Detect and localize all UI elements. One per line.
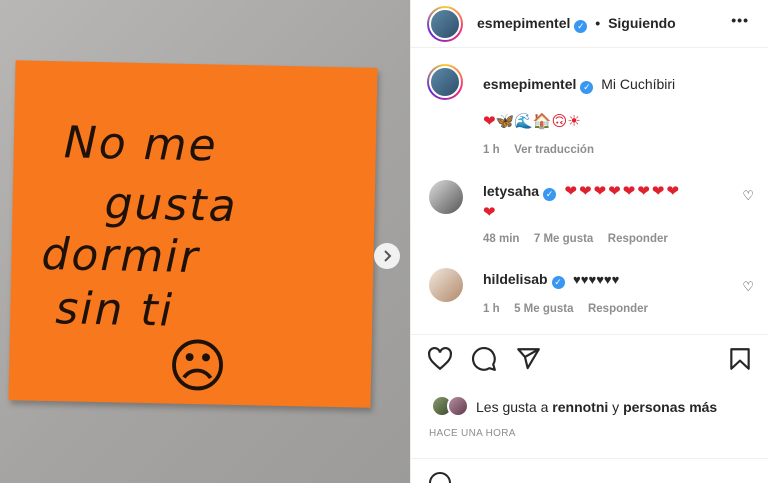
likes-summary: Les gusta a rennotni y personas más	[476, 399, 718, 415]
sad-face: ☹	[166, 331, 229, 401]
comment-likes[interactable]: 5 Me gusta	[514, 303, 573, 315]
reply-button[interactable]: Responder	[588, 303, 648, 315]
caption-text: Mi Cuchíbiri	[601, 76, 676, 92]
comment-hearts-2: ❤	[483, 204, 498, 221]
comment-like-icon[interactable]: ♡	[742, 279, 754, 295]
comment-time[interactable]: 48 min	[483, 233, 519, 245]
verified-icon: ✓	[580, 81, 594, 94]
caption-avatar-ring[interactable]	[427, 64, 463, 100]
note-line-1: No me	[63, 117, 219, 172]
comment-username[interactable]: letysaha	[483, 183, 539, 199]
post-media[interactable]: No me gusta dormir sin ti ☹	[0, 0, 410, 483]
divider	[411, 334, 768, 335]
reply-button[interactable]: Responder	[608, 233, 668, 245]
others-link[interactable]: personas más	[623, 399, 717, 415]
comment-icon[interactable]	[471, 346, 497, 379]
verified-icon: ✓	[543, 188, 557, 201]
bookmark-icon[interactable]	[727, 346, 753, 379]
post-panel: esmepimentel ✓ • Siguiendo ••• esmepiment…	[410, 0, 768, 483]
next-image-button[interactable]	[374, 243, 400, 269]
comment-text: ♥♥♥♥♥♥	[573, 272, 620, 287]
sticky-note: No me gusta dormir sin ti ☹	[8, 60, 378, 408]
avatar	[429, 66, 461, 98]
comment-likes[interactable]: 7 Me gusta	[534, 233, 593, 245]
comment-2: hildelisab ✓ ♥♥♥♥♥♥	[483, 271, 619, 289]
avatar	[429, 8, 461, 40]
liker-avatar[interactable]	[447, 395, 469, 417]
verified-icon: ✓	[551, 276, 565, 289]
emoji-icon[interactable]	[429, 472, 451, 483]
post-timestamp[interactable]: HACE UNA HORA	[429, 428, 516, 439]
comment-hearts: ❤❤❤❤❤❤❤❤	[564, 183, 682, 200]
note-line-4: sin ti	[54, 283, 175, 337]
liker-username[interactable]: rennotni	[552, 399, 608, 415]
caption: esmepimentel ✓ Mi Cuchíbiri	[483, 76, 675, 94]
story-ring[interactable]	[427, 6, 463, 42]
translate-link[interactable]: Ver traducción	[514, 144, 594, 156]
commenter-avatar[interactable]	[429, 268, 463, 302]
note-line-3: dormir	[41, 228, 201, 284]
note-line-2: gusta	[104, 178, 239, 232]
follow-status[interactable]: Siguiendo	[608, 15, 676, 31]
header-username[interactable]: esmepimentel	[477, 15, 570, 31]
post-header: esmepimentel ✓ • Siguiendo •••	[411, 0, 768, 48]
chevron-right-icon	[384, 250, 392, 262]
more-options-icon[interactable]: •••	[731, 12, 749, 28]
heart-icon[interactable]	[427, 346, 453, 379]
comment-1: letysaha ✓ ❤❤❤❤❤❤❤❤ ❤	[483, 182, 733, 221]
action-bar	[427, 346, 757, 378]
divider	[411, 458, 768, 459]
comment-time[interactable]: 1 h	[483, 303, 500, 315]
comment-username[interactable]: hildelisab	[483, 271, 548, 287]
comment-like-icon[interactable]: ♡	[742, 188, 754, 204]
verified-icon: ✓	[574, 20, 588, 33]
commenter-avatar[interactable]	[429, 180, 463, 214]
caption-username[interactable]: esmepimentel	[483, 76, 576, 92]
share-icon[interactable]	[515, 346, 541, 379]
caption-time[interactable]: 1 h	[483, 144, 500, 156]
caption-emojis: ❤🦋🌊🏠🙃☀	[483, 112, 581, 130]
